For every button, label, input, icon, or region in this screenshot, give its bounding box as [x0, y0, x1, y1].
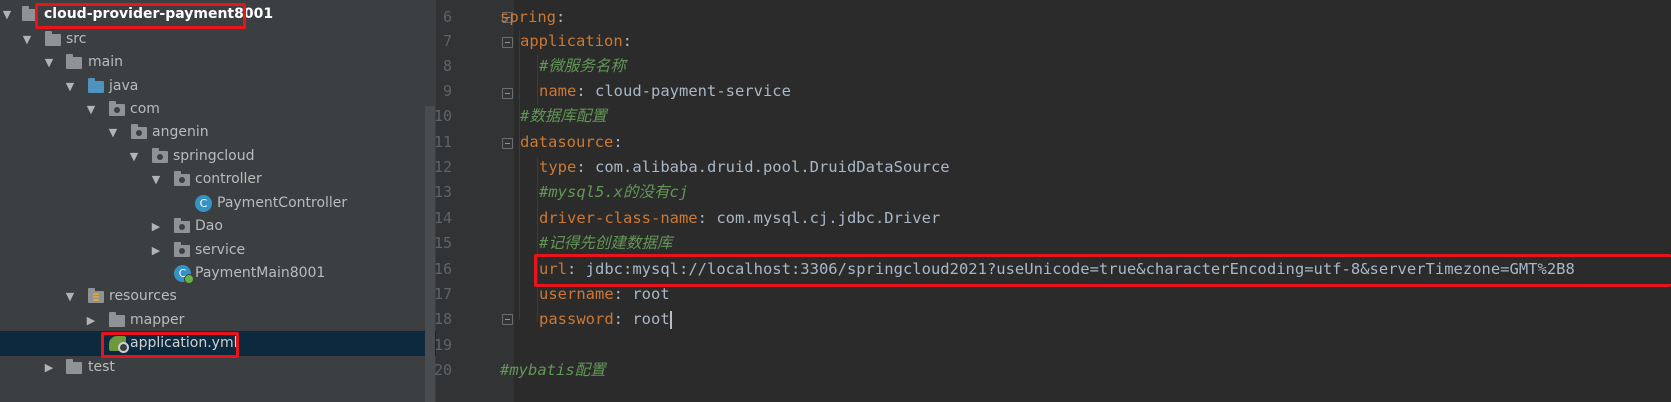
yaml-sep: :: [622, 32, 632, 50]
yaml-sep: :: [576, 158, 595, 176]
line-number: 16: [433, 260, 452, 278]
yaml-key: spring: [500, 8, 556, 26]
indent-guide: [537, 157, 538, 322]
fold-marker-icon[interactable]: [502, 37, 513, 48]
yaml-key: username: [539, 285, 614, 303]
line-number: 19: [433, 336, 452, 354]
line-number: 18: [433, 310, 452, 328]
line-number: 6: [442, 8, 452, 26]
code-line-9[interactable]: name: cloud-payment-service: [539, 78, 1671, 105]
yaml-value: com.alibaba.druid.pool.DruidDataSource: [595, 158, 950, 176]
line-number: 7: [442, 32, 452, 50]
yaml-key: name: [539, 82, 577, 100]
code-line-13[interactable]: #mysql5.x的没有cj: [539, 179, 1671, 206]
code-line-8[interactable]: #微服务名称: [539, 53, 1671, 80]
fold-marker-icon[interactable]: [502, 314, 513, 325]
yaml-key: type: [539, 158, 577, 176]
fold-marker-icon[interactable]: [502, 138, 513, 149]
yaml-value: root: [632, 310, 670, 328]
highlight-box-url-line: [534, 254, 1671, 287]
yaml-comment: #mysql5.x的没有cj: [539, 183, 689, 201]
indent-guide: [519, 30, 520, 320]
yaml-sep: :: [556, 8, 566, 26]
yaml-value: root: [632, 285, 670, 303]
yaml-comment: #记得先创建数据库: [539, 234, 673, 252]
yaml-key: datasource: [520, 133, 614, 151]
yaml-sep: :: [576, 82, 595, 100]
yaml-sep: :: [613, 310, 633, 328]
line-number: 17: [433, 285, 452, 303]
line-number: 12: [433, 158, 452, 176]
code-line-6[interactable]: spring:: [500, 4, 1671, 31]
line-number: 13: [433, 183, 452, 201]
code-line-10[interactable]: #数据库配置: [520, 103, 1671, 130]
code-line-18[interactable]: password: root: [539, 306, 1671, 333]
yaml-value: com.mysql.cj.jdbc.Driver: [716, 209, 941, 227]
code-line-20[interactable]: #mybatis配置: [500, 357, 1671, 384]
code-line-12[interactable]: type: com.alibaba.druid.pool.DruidDataSo…: [539, 154, 1671, 181]
yaml-sep: :: [613, 133, 623, 151]
code-line-15[interactable]: #记得先创建数据库: [539, 230, 1671, 257]
yaml-key: driver-class-name: [539, 209, 698, 227]
yaml-key: password: [539, 310, 614, 328]
line-number: 14: [433, 209, 452, 227]
yaml-comment: #数据库配置: [520, 107, 607, 125]
yaml-comment: #mybatis配置: [500, 361, 606, 379]
code-line-14[interactable]: driver-class-name: com.mysql.cj.jdbc.Dri…: [539, 205, 1671, 232]
line-number: 11: [433, 133, 452, 151]
yaml-comment: #微服务名称: [539, 57, 626, 75]
yaml-sep: :: [613, 285, 633, 303]
yaml-key: application: [520, 32, 623, 50]
code-line-11[interactable]: datasource:: [520, 129, 1671, 156]
line-number: 20: [433, 361, 452, 379]
text-caret: [669, 310, 672, 329]
line-number: 8: [442, 57, 452, 75]
fold-marker-icon[interactable]: [502, 88, 513, 99]
code-line-7[interactable]: application:: [520, 28, 1671, 55]
indent-guide: [537, 55, 538, 105]
line-number: 9: [442, 82, 452, 100]
line-number: 10: [433, 107, 452, 125]
line-number: 15: [433, 234, 452, 252]
yaml-sep: :: [697, 209, 717, 227]
yaml-value: cloud-payment-service: [595, 82, 791, 100]
